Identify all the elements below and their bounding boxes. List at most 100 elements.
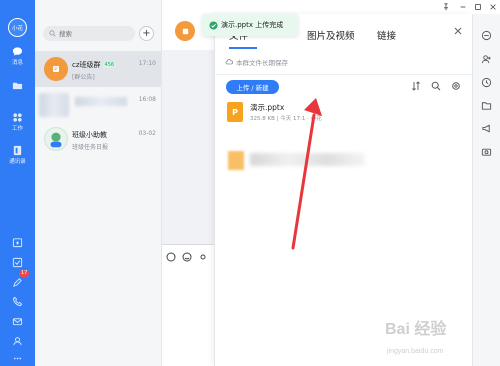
check-circle-icon bbox=[209, 20, 218, 30]
megaphone-icon bbox=[182, 28, 188, 34]
nav-pen[interactable] bbox=[0, 277, 35, 288]
baidu-watermark: Bai 经验 jingyan.baidu.com bbox=[385, 315, 495, 361]
watermark-main: Bai 经验 bbox=[385, 321, 447, 338]
upload-success-toast: 演示.pptx 上传完成 bbox=[202, 14, 298, 36]
assistant-avatar bbox=[44, 127, 68, 151]
chat-bubble-icon bbox=[12, 47, 23, 56]
at-icon[interactable] bbox=[198, 252, 208, 262]
conversation-name-text: cz班级群 bbox=[72, 61, 101, 69]
camera-icon bbox=[481, 148, 492, 156]
settings-button[interactable] bbox=[451, 81, 462, 92]
minimize-button[interactable] bbox=[459, 3, 469, 13]
minus-circle-icon bbox=[481, 30, 492, 41]
tab-images-videos[interactable]: 图片及视频 bbox=[307, 28, 355, 42]
nav-calendar[interactable] bbox=[0, 237, 35, 248]
calendar-icon bbox=[12, 238, 23, 248]
conversation-item[interactable]: 班级小助教 班级任务日报 03-02 bbox=[35, 121, 161, 157]
search-icon bbox=[49, 30, 56, 37]
member-count-tag: 456 bbox=[102, 62, 117, 68]
maximize-button[interactable] bbox=[474, 3, 484, 13]
nav-item-label: 工作 bbox=[11, 126, 23, 132]
conversation-preview: [群公告] bbox=[72, 74, 95, 81]
megaphone-icon bbox=[482, 124, 490, 133]
rail-history[interactable] bbox=[481, 77, 493, 89]
more-icon bbox=[13, 357, 22, 360]
mail-icon bbox=[12, 318, 23, 326]
nav-item-label: 通讯录 bbox=[9, 159, 26, 165]
nav-item-files[interactable] bbox=[0, 80, 35, 91]
emoji-icon[interactable] bbox=[182, 252, 192, 262]
pen-icon bbox=[13, 278, 22, 287]
conversation-time: 17:10 bbox=[138, 60, 156, 67]
blurred-name bbox=[75, 97, 127, 106]
tab-links[interactable]: 链接 bbox=[377, 28, 396, 42]
toast-text: 演示.pptx 上传完成 bbox=[221, 21, 284, 29]
rail-files[interactable] bbox=[481, 100, 493, 112]
group-avatar bbox=[44, 57, 68, 81]
sort-button[interactable] bbox=[411, 81, 422, 92]
maximize-icon bbox=[475, 4, 481, 10]
user-avatar[interactable]: 小花 bbox=[8, 18, 27, 37]
file-row[interactable]: P 演示.pptx 325.8 KB | 今天 17:1 · 小花 bbox=[223, 100, 463, 126]
nav-item-contacts[interactable]: 通讯录 bbox=[0, 145, 35, 165]
conversation-list: + cz班级群456 [群公告] 17:10 16:08 班级小助教 班级任务日… bbox=[35, 0, 162, 366]
close-icon bbox=[490, 4, 496, 10]
nav-share[interactable] bbox=[0, 336, 35, 347]
nav-mail[interactable] bbox=[0, 316, 35, 327]
add-member-icon bbox=[481, 55, 491, 64]
storage-notice: 本群文件长期保存 bbox=[225, 57, 288, 67]
divider bbox=[215, 74, 473, 75]
nav-phone[interactable] bbox=[0, 296, 35, 307]
pptx-file-icon: P bbox=[227, 102, 243, 122]
group-files-panel: 文件 图片及视频 链接 本群文件长期保存 上传 / 新建 P 演示.pptx 3… bbox=[214, 14, 473, 366]
close-button[interactable] bbox=[453, 26, 465, 38]
nav-item-label: 消息 bbox=[11, 60, 23, 66]
chat-group-avatar[interactable] bbox=[175, 21, 195, 41]
share-icon bbox=[13, 337, 22, 346]
conversation-time: 16:08 bbox=[138, 96, 156, 103]
conversation-item[interactable]: cz班级群 456 [群公告] 17:10 bbox=[35, 51, 161, 87]
chat-divider bbox=[162, 244, 214, 245]
close-icon bbox=[454, 27, 462, 35]
active-tab-indicator bbox=[229, 47, 257, 49]
blurred-file-row[interactable] bbox=[250, 153, 365, 166]
conversation-item[interactable]: 16:08 bbox=[35, 87, 161, 123]
todo-check-icon bbox=[12, 257, 23, 268]
conversation-preview: 班级任务日报 bbox=[72, 144, 109, 151]
rail-minus[interactable] bbox=[481, 30, 493, 42]
nav-item-work[interactable]: 工作 bbox=[0, 112, 35, 132]
folder-icon bbox=[481, 102, 492, 110]
search-icon bbox=[431, 81, 441, 91]
nav-more[interactable] bbox=[0, 353, 35, 364]
blurred-avatar bbox=[39, 93, 69, 117]
search-box[interactable] bbox=[43, 26, 135, 41]
contacts-book-icon bbox=[13, 145, 22, 156]
minimize-icon bbox=[460, 6, 466, 8]
gear-icon bbox=[452, 82, 460, 90]
clock-icon bbox=[481, 77, 492, 88]
upload-new-button[interactable]: 上传 / 新建 bbox=[226, 80, 279, 94]
sort-arrows-icon bbox=[412, 81, 420, 91]
conversation-name: 班级小助教 bbox=[72, 131, 107, 139]
add-button[interactable]: + bbox=[139, 26, 154, 41]
rail-camera[interactable] bbox=[481, 146, 493, 158]
gif-icon[interactable] bbox=[166, 252, 176, 262]
storage-notice-text: 本群文件长期保存 bbox=[236, 59, 288, 67]
right-tool-rail bbox=[472, 14, 500, 366]
file-meta: 325.8 KB | 今天 17:1 · 小花 bbox=[250, 116, 322, 122]
search-files-button[interactable] bbox=[431, 81, 442, 92]
notification-badge: 17 bbox=[19, 270, 30, 277]
rail-announcement[interactable] bbox=[481, 123, 493, 135]
nav-todo[interactable] bbox=[0, 257, 35, 268]
watermark-sub: jingyan.baidu.com bbox=[387, 348, 444, 355]
search-input[interactable] bbox=[59, 29, 129, 38]
grid-apps-icon bbox=[13, 113, 22, 122]
assistant-face-icon bbox=[50, 132, 62, 148]
chat-messages bbox=[162, 50, 214, 244]
blurred-file-icon bbox=[228, 151, 244, 170]
pin-button[interactable] bbox=[442, 3, 452, 13]
nav-item-messages[interactable]: 消息 bbox=[0, 46, 35, 66]
rail-members[interactable] bbox=[481, 54, 493, 66]
conversation-name: cz班级群 456 bbox=[72, 60, 117, 70]
close-window-button[interactable] bbox=[489, 3, 499, 13]
